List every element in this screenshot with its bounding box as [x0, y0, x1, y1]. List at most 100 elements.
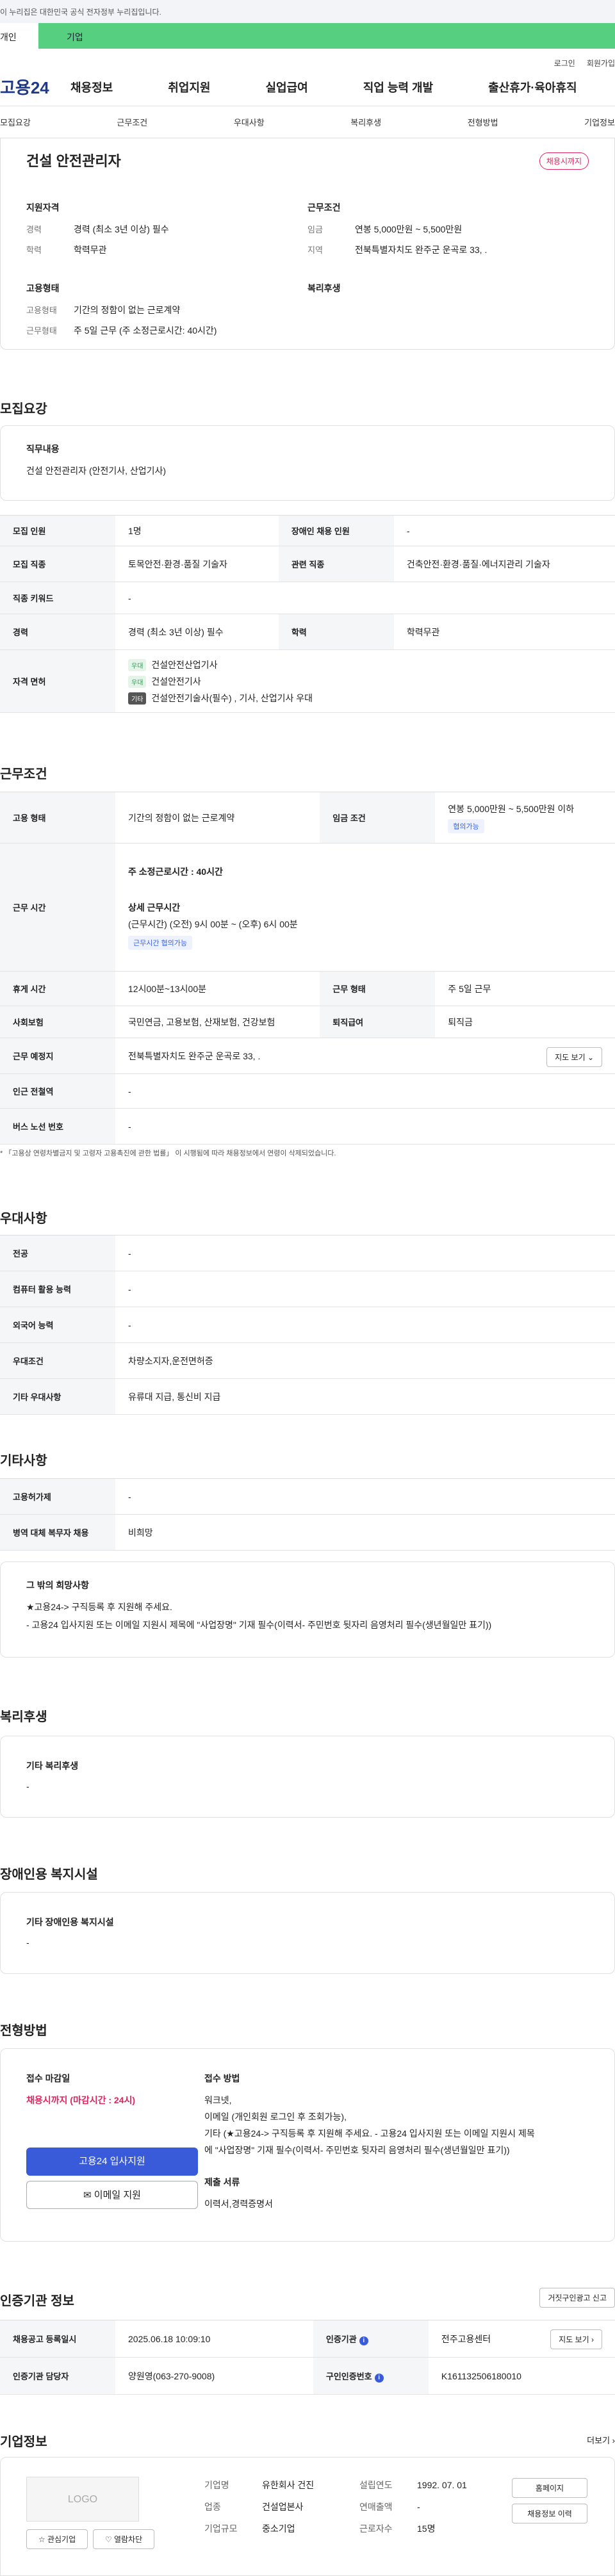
value: K161132506180010	[428, 2357, 615, 2395]
value: 1명	[115, 515, 279, 546]
detail-hours: (근무시간) (오전) 9시 00분 ~ (오후) 6시 00분	[128, 918, 298, 929]
label: 기업명	[204, 2480, 229, 2490]
value: 전북특별자치도 완주군 운곡로 33, .	[128, 1050, 261, 1061]
label: 고용형태	[26, 306, 57, 315]
method-line: 워크넷,	[204, 2095, 232, 2105]
method-line: 에 "사업장명" 기재 필수(이력서- 주민번호 뒷자리 음영처리 필수(생년월…	[204, 2145, 510, 2155]
gnb-item-employment-support[interactable]: 취업지원	[168, 79, 210, 95]
label: 고용 형태	[0, 792, 115, 844]
wish-line: - 고용24 입사지원 또는 이메일 지원시 제목에 "사업장명" 기재 필수(…	[26, 1620, 492, 1630]
gnb-item-leave[interactable]: 출산휴가·육아휴직	[488, 79, 577, 95]
label: 인근 전철역	[0, 1073, 115, 1109]
value: 연봉 5,000만원 ~ 5,500만원	[355, 224, 463, 234]
deadline-heading: 접수 마감일	[26, 2073, 70, 2083]
job-title: 건설 안전관리자	[26, 153, 121, 169]
qualification-heading: 지원자격	[26, 202, 60, 213]
company-more-link[interactable]: 더보기 ›	[587, 2434, 615, 2446]
value: 경력 (최소 3년 이상) 필수	[115, 614, 279, 650]
section-agency-title: 인증기관 정보	[0, 2294, 74, 2308]
value: 학력무관	[393, 614, 615, 650]
label: 구인인증번호	[325, 2371, 372, 2381]
section-facility-title: 장애인용 복지시설	[0, 1868, 98, 1882]
join-link[interactable]: 회원가입	[587, 59, 615, 68]
weekly-hours: 주 소정근로시간 : 40시간	[128, 866, 223, 877]
section-preference-title: 우대사항	[0, 1212, 47, 1226]
anchor-preference[interactable]: 우대사항	[234, 116, 265, 128]
facility-box: 기타 장애인용 복지시설 -	[0, 1892, 615, 1974]
value: 비희망	[115, 1514, 615, 1551]
global-nav: 고용24 채용정보 취업지원 실업급여 직업 능력 개발 출산휴가·육아휴직	[0, 68, 615, 106]
user-type-tabs: 개인 기업	[0, 23, 615, 49]
label: 장애인 채용 인원	[278, 515, 394, 546]
value: 유한회사 건진	[262, 2480, 315, 2490]
gnb-item-training[interactable]: 직업 능력 개발	[363, 79, 433, 95]
anchor-recruit[interactable]: 모집요강	[0, 116, 31, 128]
value: 건축안전·환경·품질·에너지관리 기술자	[393, 546, 615, 582]
label: 외국어 능력	[0, 1307, 115, 1343]
job-description-box: 직무내용 건설 안전관리자 (안전기사, 산업기사)	[0, 425, 615, 501]
welfare-heading: 기타 복리후생	[26, 1761, 79, 1771]
hours-negotiable-tag: 근무시간 협의가능	[128, 935, 193, 950]
tab-business[interactable]: 기업	[38, 23, 615, 49]
util-links: 로그인 회원가입	[0, 49, 615, 68]
anchor-conditions[interactable]: 근무조건	[117, 116, 147, 128]
value: 전주고용센터	[441, 2333, 491, 2344]
anchor-screening[interactable]: 전형방법	[468, 116, 498, 128]
job-history-button[interactable]: 채용정보 이력	[512, 2504, 587, 2523]
method-line: 기타 (★고용24-> 구직등록 후 지원해 주세요. - 고용24 입사지원 …	[204, 2128, 535, 2139]
label: 근로자수	[359, 2523, 393, 2534]
login-link[interactable]: 로그인	[554, 59, 575, 68]
label: 연매출액	[359, 2502, 393, 2512]
welfare-heading: 복리후생	[308, 283, 341, 293]
wish-box: 그 밖의 희망사항 ★고용24-> 구직등록 후 지원해 주세요. - 고용24…	[0, 1561, 615, 1658]
value: 2025.06.18 10:09:10	[115, 2320, 313, 2358]
gnb-item-unemployment[interactable]: 실업급여	[266, 79, 308, 95]
welfare-value: -	[26, 1781, 29, 1791]
section-conditions-title: 근무조건	[0, 767, 47, 781]
company-box: LOGO ☆ 관심기업 ♡ 열람차단 기업명 유한회사 건진 업종 건설업본사 기업…	[0, 2457, 615, 2576]
label: 업종	[204, 2502, 221, 2512]
block-company-button[interactable]: ♡ 열람차단	[93, 2529, 154, 2549]
value: 기간의 정함이 없는 근로계약	[74, 305, 181, 315]
value: 연봉 5,000만원 ~ 5,500만원 이하	[448, 803, 575, 814]
label: 사회보험	[0, 1006, 115, 1038]
anchor-welfare[interactable]: 복리후생	[350, 116, 381, 128]
apply-button[interactable]: 고용24 입사지원	[26, 2148, 198, 2176]
anchor-company[interactable]: 기업정보	[584, 116, 615, 128]
gnb-item-jobs[interactable]: 채용정보	[70, 79, 113, 95]
label: 직종 키워드	[0, 582, 115, 614]
label: 학력	[26, 245, 42, 255]
label: 휴게 시간	[0, 971, 115, 1006]
label: 우대조건	[0, 1342, 115, 1379]
value: -	[115, 582, 615, 614]
method-heading: 접수 방법	[204, 2073, 240, 2083]
info-icon[interactable]: i	[359, 2336, 368, 2345]
report-fake-ad-button[interactable]: 거짓구인광고 신고	[539, 2288, 615, 2308]
map-toggle-button[interactable]: 지도 보기 ⌄	[546, 1047, 602, 1067]
label: 경력	[0, 614, 115, 650]
detail-hours-heading: 상세 근무시간	[128, 902, 181, 913]
site-logo[interactable]: 고용24	[0, 75, 70, 99]
label: 임금 조건	[320, 792, 436, 844]
anchor-nav: 모집요강 근무조건 우대사항 복리후생 전형방법 기업정보	[0, 106, 615, 138]
value: 양원영(063-270-9008)	[115, 2357, 313, 2395]
label: 퇴직급여	[320, 1006, 436, 1038]
section-welfare-title: 복리후생	[0, 1710, 47, 1724]
value: -	[115, 1108, 615, 1145]
label: 학력	[278, 614, 394, 650]
tab-individual[interactable]: 개인	[0, 23, 38, 49]
tag-preferred: 우대	[128, 658, 147, 671]
label: 지역	[308, 245, 323, 255]
label: 채용공고 등록일시	[0, 2320, 115, 2358]
value: -	[115, 1073, 615, 1109]
value: 국민연금, 고용보험, 산재보험, 건강보험	[115, 1006, 320, 1038]
label: 근무 예정지	[0, 1038, 115, 1074]
section-etc-title: 기타사항	[0, 1454, 47, 1468]
homepage-button[interactable]: 홈페이지	[512, 2478, 587, 2498]
favorite-company-button[interactable]: ☆ 관심기업	[26, 2529, 88, 2549]
email-apply-button[interactable]: ✉ 이메일 지원	[26, 2181, 198, 2209]
gov-notice-bar: 이 누리집은 대한민국 공식 전자정부 누리집입니다.	[0, 0, 615, 23]
agency-map-button[interactable]: 지도 보기 ›	[550, 2329, 602, 2349]
info-icon[interactable]: i	[374, 2373, 384, 2383]
screening-box: 접수 마감일 채용시까지 (마감시간 : 24시) 고용24 입사지원 ✉ 이메…	[0, 2048, 615, 2242]
